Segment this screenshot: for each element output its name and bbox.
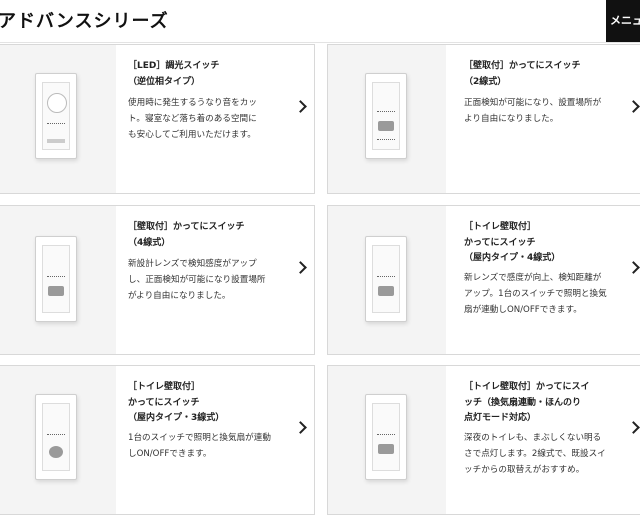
menu-button[interactable]: メニュー [606,0,640,42]
product-description: 1台のスイッチで照明と換気扇が連動 しON/OFFできます。 [128,433,271,459]
chevron-right-icon [294,100,307,113]
sensor-lens-icon [49,446,63,458]
product-title: ［壁取付］かってにスイッチ （2線式） [464,61,581,87]
product-description: 新レンズで感度が向上、検知距離が アップ。1台のスイッチで照明と換気 扇が連動し… [464,273,607,315]
chevron-right-icon [294,421,307,434]
chevron-right-icon [627,421,640,434]
chevron-right-icon [627,261,640,274]
chevron-right-icon [294,261,307,274]
product-card-wall-sensor-4wire[interactable]: ［壁取付］かってにスイッチ （4線式） 新設計レンズで検知感度がアップ し、正面… [0,205,315,355]
product-card-toilet-sensor-3wire[interactable]: ［トイレ壁取付］ かってにスイッチ （屋内タイプ・3線式） 1台のスイッチで照明… [0,365,315,515]
product-card-toilet-sensor-4wire[interactable]: ［トイレ壁取付］ かってにスイッチ （屋内タイプ・4線式） 新レンズで感度が向上… [327,205,640,355]
sensor-lens-icon [378,121,394,131]
product-title: ［トイレ壁取付］ かってにスイッチ （屋内タイプ・3線式） [128,382,225,423]
product-title: ［トイレ壁取付］ かってにスイッチ （屋内タイプ・4線式） [464,222,561,263]
product-image [0,366,116,514]
product-title: ［壁取付］かってにスイッチ （4線式） [128,222,245,248]
product-card-led-dimmer[interactable]: ［LED］調光スイッチ （逆位相タイプ） 使用時に発生するうなり音をカッ ト。寝… [0,44,315,194]
product-card-wall-sensor-2wire[interactable]: ［壁取付］かってにスイッチ （2線式） 正面検知が可能になり、設置場所が より自… [327,44,640,194]
product-description: 使用時に発生するうなり音をカッ ト。寝室など落ち着のある空間に も安心してご利用… [128,98,257,140]
sensor-lens-icon [48,286,64,296]
product-description: 正面検知が可能になり、設置場所が より自由になりました。 [464,98,602,124]
product-image [0,45,116,193]
header-bar: アドバンスシリーズ メニュー [0,0,640,43]
product-title: ［LED］調光スイッチ （逆位相タイプ） [128,61,220,87]
sensor-lens-icon [378,444,394,454]
product-description: 新設計レンズで検知感度がアップ し、正面検知が可能になり設置場所 がより自由にな… [128,259,266,301]
product-title: ［トイレ壁取付］かってにスイ ッチ（換気扇連動・ほんのり 点灯モード対応） [464,382,590,423]
page-title: アドバンスシリーズ [0,11,169,32]
product-image [328,45,446,193]
product-card-toilet-sensor-fan-linked[interactable]: ［トイレ壁取付］かってにスイ ッチ（換気扇連動・ほんのり 点灯モード対応） 深夜… [327,365,640,515]
sensor-lens-icon [378,286,394,296]
product-image [0,206,116,354]
product-image [328,366,446,514]
product-image [328,206,446,354]
chevron-right-icon [627,100,640,113]
dimmer-dial-icon [47,93,67,113]
product-description: 深夜のトイレも、まぶしくない明る さで点灯します。2線式で、既設スイ ッチからの… [464,433,606,475]
